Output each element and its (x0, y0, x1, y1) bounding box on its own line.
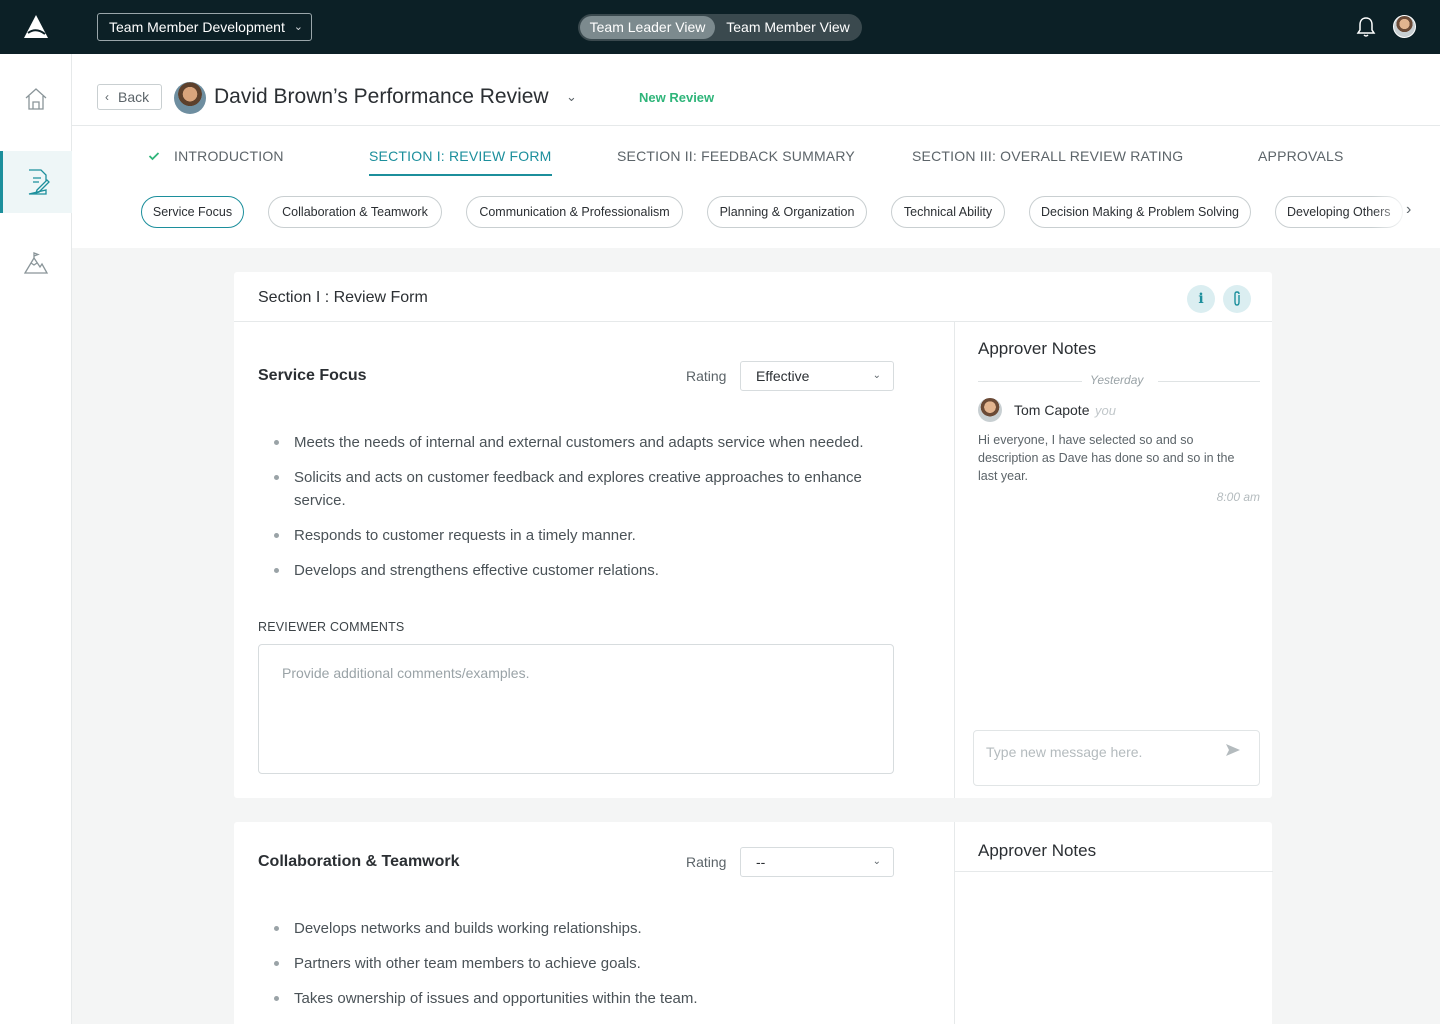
chevron-down-icon: ⌄ (293, 21, 303, 33)
message-placeholder: Type new message here. (986, 744, 1143, 760)
sidebar (0, 54, 72, 1024)
rating-label: Rating (686, 368, 727, 384)
list-item: Takes ownership of issues and opportunit… (274, 987, 894, 1010)
day-label: Yesterday (1090, 373, 1144, 387)
list-item: Responds to customer requests in a timel… (274, 524, 894, 547)
competency-service-focus: Service Focus Rating Effective ⌄ Meets t… (234, 322, 954, 798)
chip-service-focus[interactable]: Service Focus (141, 196, 244, 228)
check-icon (148, 152, 160, 161)
message-input[interactable]: Type new message here. (973, 730, 1260, 786)
team-leader-view-toggle[interactable]: Team Leader View (580, 16, 715, 39)
note-text: Hi everyone, I have selected so and so d… (978, 433, 1235, 483)
collaboration-card: Collaboration & Teamwork Rating -- ⌄ Dev… (234, 822, 1273, 1024)
rating-value: Effective (756, 368, 810, 384)
chevron-down-icon: ⌄ (872, 370, 881, 381)
user-avatar[interactable] (1393, 15, 1416, 38)
divider (978, 381, 1082, 382)
notes-title: Approver Notes (978, 841, 1097, 860)
chevron-down-icon: ⌄ (872, 856, 881, 867)
bell-icon[interactable] (1356, 16, 1376, 38)
send-icon[interactable] (1225, 743, 1241, 757)
card-title: Section I : Review Form (258, 289, 428, 306)
tab-overall-rating[interactable]: SECTION III: OVERALL REVIEW RATING (912, 148, 1183, 164)
rating-select[interactable]: Effective ⌄ (740, 361, 894, 391)
divider (1158, 381, 1260, 382)
back-button-label: Back (118, 89, 150, 105)
approver-notes-panel: Approver Notes (954, 822, 1273, 1024)
note-time: 8:00 am (1216, 490, 1260, 504)
day-separator: Yesterday (978, 373, 1260, 389)
home-icon (25, 88, 47, 110)
chevron-right-icon[interactable]: › (1406, 201, 1411, 219)
top-bar: Team Member Development ⌄ Team Leader Vi… (0, 0, 1440, 54)
logo-icon[interactable] (22, 14, 50, 40)
card-header: Section I : Review Form i (234, 272, 1272, 322)
rating-select[interactable]: -- ⌄ (740, 847, 894, 877)
paperclip-icon (1234, 291, 1240, 306)
rating-label: Rating (686, 854, 727, 870)
review-form-card: Section I : Review Form i Service Focus … (234, 272, 1272, 798)
behavior-list: Develops networks and builds working rel… (274, 917, 894, 1022)
tab-review-form[interactable]: SECTION I: REVIEW FORM (369, 148, 552, 176)
note-author: Tom Capote (1014, 402, 1090, 418)
competency-chips: Service Focus Collaboration & Teamwork C… (72, 196, 1440, 230)
chip-collaboration[interactable]: Collaboration & Teamwork (268, 196, 442, 228)
behavior-list: Meets the needs of internal and external… (274, 431, 894, 594)
list-item: Meets the needs of internal and external… (274, 431, 894, 454)
tab-introduction[interactable]: INTRODUCTION (174, 148, 284, 164)
status-badge: New Review (639, 90, 715, 105)
reviewer-comments-label: REVIEWER COMMENTS (258, 620, 405, 634)
review-header: ‹ Back David Brown’s Performance Review … (72, 54, 1440, 248)
attachment-button[interactable] (1223, 285, 1251, 313)
view-toggle: Team Leader View Team Member View (578, 14, 862, 41)
sidebar-item-reviews[interactable] (0, 151, 72, 213)
notes-title: Approver Notes (978, 339, 1097, 358)
list-item: Partners with other team members to achi… (274, 952, 894, 975)
workspace-select[interactable]: Team Member Development ⌄ (97, 13, 312, 41)
list-item: Develops and strengthens effective custo… (274, 559, 894, 582)
sidebar-item-goals[interactable] (0, 232, 72, 294)
chip-communication[interactable]: Communication & Professionalism (466, 196, 683, 228)
chevron-left-icon: ‹ (105, 90, 109, 104)
page-title: David Brown’s Performance Review (214, 85, 549, 108)
chip-technical-ability[interactable]: Technical Ability (891, 196, 1005, 228)
back-button[interactable]: ‹ Back (97, 84, 162, 110)
rating-value: -- (756, 854, 766, 870)
section-tabs: INTRODUCTION SECTION I: REVIEW FORM SECT… (72, 126, 1440, 176)
competency-title: Collaboration & Teamwork (258, 853, 460, 870)
list-item: Solicits and acts on customer feedback a… (274, 466, 894, 512)
reviewee-avatar (174, 82, 206, 114)
tab-approvals[interactable]: APPROVALS (1258, 148, 1344, 164)
chip-decision-making[interactable]: Decision Making & Problem Solving (1029, 196, 1251, 228)
competency-collaboration: Collaboration & Teamwork Rating -- ⌄ Dev… (234, 822, 954, 1024)
competency-title: Service Focus (258, 367, 367, 384)
note-you-tag: you (1095, 403, 1116, 418)
mountain-icon (23, 252, 49, 274)
chip-planning[interactable]: Planning & Organization (707, 196, 867, 228)
team-member-view-toggle[interactable]: Team Member View (719, 16, 857, 39)
review-form-icon (28, 169, 50, 195)
list-item: Develops networks and builds working rel… (274, 917, 894, 940)
sidebar-item-home[interactable] (0, 68, 72, 130)
tab-feedback-summary[interactable]: SECTION II: FEEDBACK SUMMARY (617, 148, 855, 164)
info-icon[interactable]: i (1187, 285, 1215, 313)
reviewer-comments-input[interactable]: Provide additional comments/examples. (258, 644, 894, 774)
workspace-select-label: Team Member Development (109, 19, 285, 35)
approver-notes-panel: Approver Notes Yesterday Tom Capote you … (954, 322, 1272, 798)
avatar (978, 398, 1002, 422)
chevron-down-icon[interactable]: ⌄ (566, 89, 577, 105)
divider (955, 871, 1273, 872)
